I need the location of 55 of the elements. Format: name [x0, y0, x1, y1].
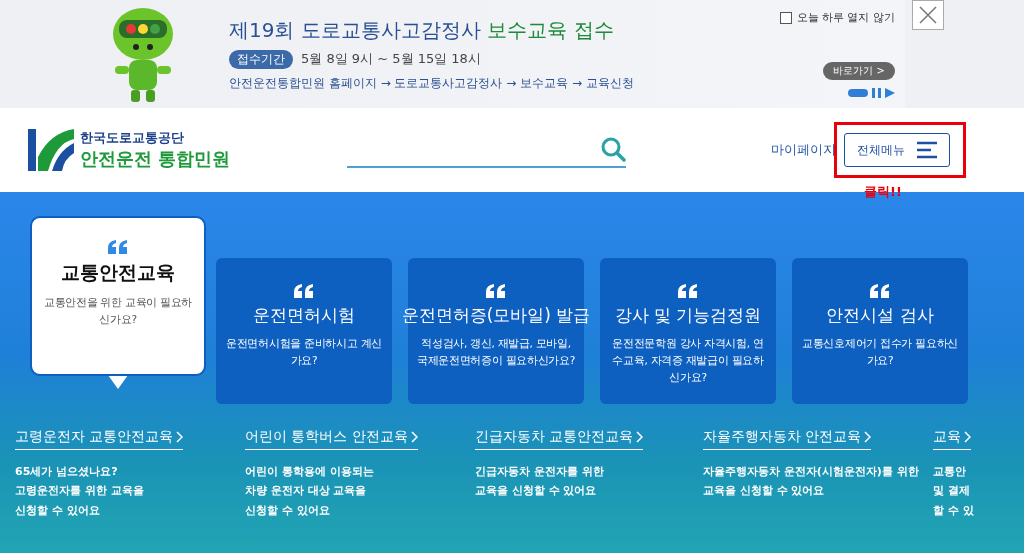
speech-pointer: [108, 375, 128, 389]
pause-icon[interactable]: [872, 88, 881, 98]
quote-icon: [294, 284, 314, 298]
menu-button[interactable]: 전체메뉴: [844, 133, 950, 167]
chevron-icon[interactable]: [964, 431, 971, 443]
link-description: 긴급자동차 운전자를 위한 교육을 신청할 수 있어요: [475, 464, 605, 500]
link-title[interactable]: 어린이 통학버스 안전교육: [245, 428, 418, 450]
menu-icon[interactable]: [917, 141, 937, 159]
quote-icon: [108, 240, 128, 254]
card-description: 운전면허시험을 준비하시고 계신가요?: [225, 336, 383, 368]
card-description: 교통신호제어기 접수가 필요하신가요?: [801, 336, 959, 368]
link-title[interactable]: 긴급자동차 교통안전교육: [475, 428, 644, 450]
link-description: 어린이 통학용에 이용되는 차량 운전자 대상 교육을 신청할 수 있어요: [245, 464, 375, 519]
search-icon[interactable]: [600, 136, 626, 162]
chevron-icon[interactable]: [410, 431, 418, 443]
card-description: 교통안전을 위한 교육이 필요하신가요?: [42, 295, 194, 327]
chevron-icon[interactable]: [176, 431, 184, 443]
service-card[interactable]: 강사 및 기능검정원 운전전문학원 강사 자격시험, 연수교육, 자격증 재발급이 필요하신가요?: [600, 258, 776, 404]
card-description: 적성검사, 갱신, 재발급, 모바일, 국제운전면허증이 필요하신가요?: [416, 336, 576, 368]
annotation-text: 클릭!!: [864, 183, 902, 201]
chevron-icon[interactable]: [864, 431, 872, 443]
period-badge: 접수기간: [229, 49, 293, 69]
quote-icon: [486, 284, 506, 298]
banner-title: 제19회 도로교통사고감정사 보수교육 접수: [229, 16, 615, 44]
slide-indicator[interactable]: [848, 89, 868, 97]
path-text: 안전운전통합민원 홈페이지 → 도로교통사고감정사 → 보수교육 → 교육신청: [229, 74, 635, 92]
mypage-link[interactable]: 마이페이지: [771, 141, 836, 159]
play-icon[interactable]: [885, 88, 895, 98]
card-description: 운전전문학원 강사 자격시험, 연수교육, 자격증 재발급이 필요하신가요?: [611, 336, 765, 385]
logo-title[interactable]: 안전운전 통합민원: [80, 147, 231, 171]
checkbox[interactable]: [779, 11, 792, 24]
card-title: 강사 및 기능검정원: [614, 304, 762, 327]
chevron-icon[interactable]: [636, 431, 644, 443]
service-card[interactable]: 안전시설 검사 교통신호제어기 접수가 필요하신가요?: [792, 258, 968, 404]
quote-icon: [678, 284, 698, 298]
go-button[interactable]: 바로가기 >: [823, 62, 895, 80]
link-title[interactable]: 고령운전자 교통안전교육: [15, 428, 184, 450]
card-title: 운전면허시험: [253, 304, 355, 327]
close-button[interactable]: [912, 0, 944, 30]
link-title[interactable]: 교육: [933, 428, 971, 450]
link-description: 65세가 넘으셨나요? 고령운전자를 위한 교육을 신청할 수 있어요: [15, 464, 145, 519]
close-icon[interactable]: [919, 6, 937, 24]
logo-subtitle: 한국도로교통공단: [80, 129, 185, 147]
dismiss-label[interactable]: 오늘 하루 열지 않기: [796, 10, 895, 25]
logo-icon[interactable]: [28, 127, 74, 173]
quote-icon: [870, 284, 890, 298]
link-description: 자율주행자동차 운전자(시험운전자)를 위한 교육을 신청할 수 있어요: [703, 464, 920, 500]
service-card[interactable]: 교통안전교육 교통안전을 위한 교육이 필요하신가요?: [30, 216, 206, 376]
card-title: 교통안전교육: [61, 260, 175, 285]
service-card[interactable]: 운전면허시험 운전면허시험을 준비하시고 계신가요?: [216, 258, 392, 404]
card-title: 운전면허증(모바일) 발급: [401, 304, 591, 327]
card-title: 안전시설 검사: [826, 304, 934, 327]
period-text: 5월 8일 9시 ~ 5월 15일 18시: [301, 50, 481, 68]
link-description: 교통안 및 결제 할 수 있: [933, 464, 975, 519]
link-title[interactable]: 자율주행자동차 안전교육: [703, 428, 872, 450]
